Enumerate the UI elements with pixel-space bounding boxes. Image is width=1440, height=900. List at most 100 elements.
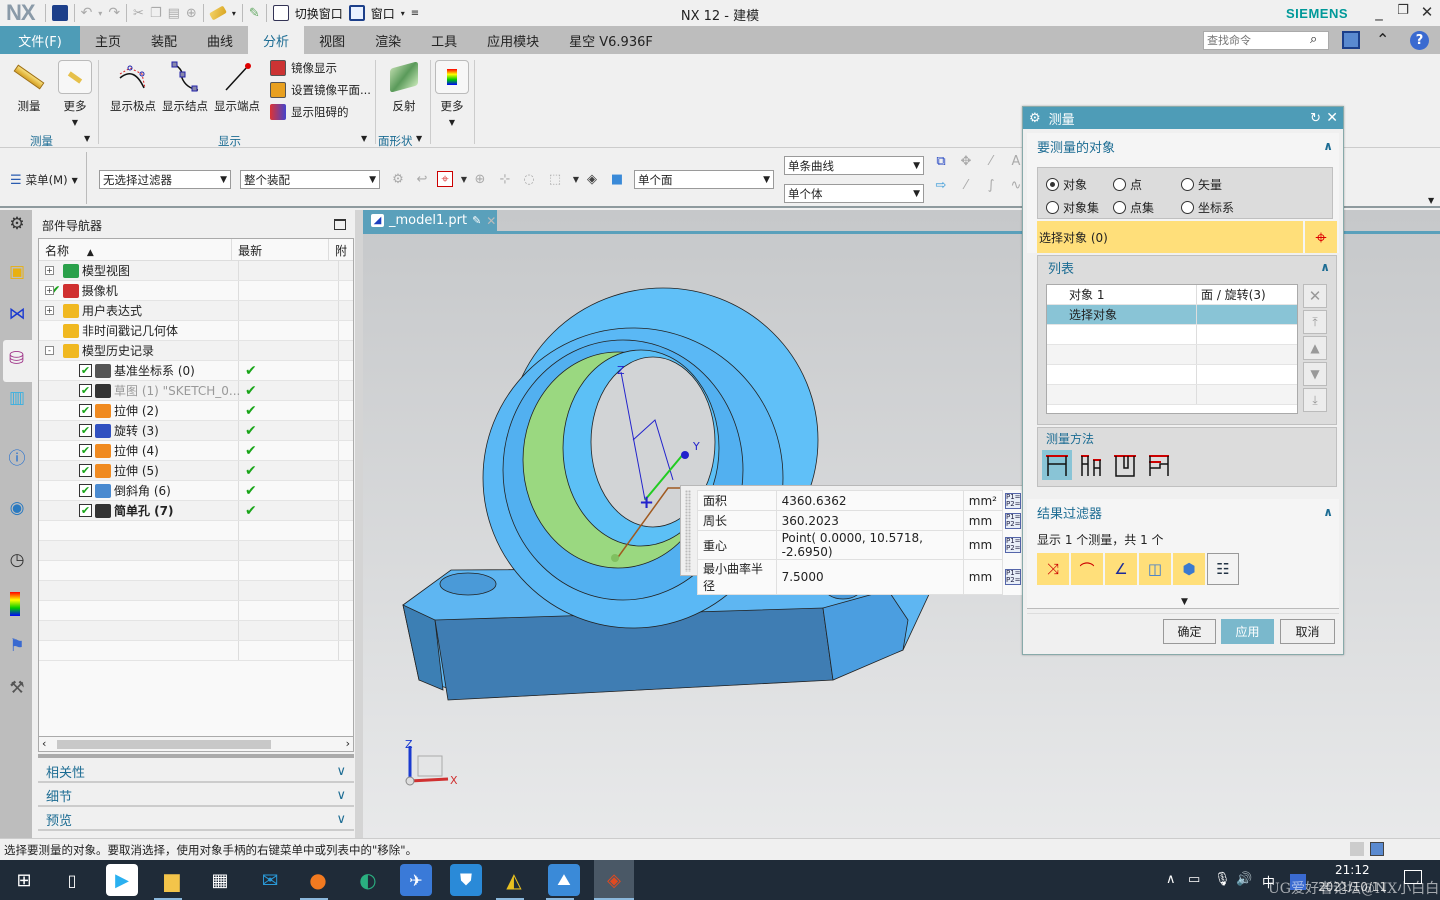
set-mirror-plane-button[interactable]: 设置镜像平面... [270, 82, 371, 98]
tree-row[interactable]: ✔ 拉伸 (5) ✔ [39, 461, 353, 481]
microphone-icon[interactable]: 🎙 [1214, 872, 1231, 887]
splitter[interactable] [355, 210, 363, 838]
method-step-icon[interactable] [1144, 450, 1174, 480]
drag-handle[interactable] [685, 490, 691, 572]
radio-object-set[interactable]: 对象集 [1046, 199, 1099, 216]
tree-row[interactable]: + ✔ 摄像机 [39, 281, 353, 301]
full-screen-toggle-icon[interactable] [1370, 842, 1384, 856]
tree-row[interactable]: ✔ 草图 (1) "SKETCH_0... ✔ [39, 381, 353, 401]
tab-application[interactable]: 应用模块 [472, 26, 554, 54]
close-window-button[interactable]: ✕ [1416, 3, 1438, 21]
cancel-button[interactable]: 取消 [1280, 619, 1335, 644]
filter-icon[interactable]: ↩ [414, 172, 430, 188]
selection-priority-icon[interactable]: ◈ [584, 172, 600, 188]
tree-row[interactable]: ✔ 旋转 (3) ✔ [39, 421, 353, 441]
filter-area-icon[interactable]: ◫ [1139, 553, 1171, 585]
part-navigator-tab[interactable]: ⛁ [3, 340, 33, 382]
column-header-name[interactable]: 名称 ▲ [39, 239, 233, 260]
visibility-checkbox[interactable]: ✔ [79, 364, 92, 377]
tab-analysis[interactable]: 分析 [248, 26, 305, 54]
switch-window-button[interactable]: 切换窗口 [295, 5, 343, 22]
mail-icon[interactable]: ✉ [254, 864, 286, 896]
show-blocked-button[interactable]: 显示阻碍的 [270, 104, 349, 120]
copy-icon[interactable]: ❐ [150, 6, 162, 21]
filter-distance-icon[interactable]: ⤨ [1037, 553, 1069, 585]
save-icon[interactable] [51, 5, 68, 21]
edge-icon[interactable]: ◐ [352, 864, 384, 896]
show-endpoints-button[interactable]: 显示端点 [212, 60, 262, 114]
scroll-right-icon[interactable]: › [346, 737, 350, 750]
move-up-icon[interactable]: ▲ [1303, 336, 1327, 360]
objects-section-header[interactable]: 要测量的对象 ∧ [1027, 133, 1339, 159]
body-rule-select[interactable]: 单个体 ▼ [784, 184, 924, 203]
tree-row[interactable]: - 模型历史记录 [39, 341, 353, 361]
tree-row[interactable]: ✔ 拉伸 (4) ✔ [39, 441, 353, 461]
nx-app-icon[interactable]: ◭ [498, 864, 530, 896]
search-icon[interactable]: ⌕ [1310, 32, 1317, 47]
nx-running-icon[interactable]: ◈ [594, 860, 634, 900]
add-filter-icon[interactable]: ☷ [1207, 553, 1239, 585]
result-value[interactable]: 4360.6362 [775, 490, 964, 511]
tree-row[interactable]: + 模型视图 [39, 261, 353, 281]
selection-scope-select[interactable]: 整个装配 ▼ [240, 170, 380, 189]
point-filter-icon[interactable]: ⌖ [437, 171, 453, 187]
method-parallel-icon[interactable] [1076, 450, 1106, 480]
file-explorer-icon[interactable]: ▆ [156, 864, 188, 896]
show-knots-button[interactable]: 显示结点 [160, 60, 210, 114]
select-object-crosshair-button[interactable]: ⌖ [1305, 221, 1337, 253]
copy-to-clipboard-icon[interactable]: P1= P2= [1005, 492, 1021, 509]
expand-icon[interactable]: + [45, 286, 54, 295]
settings-gear-icon[interactable]: ⚙ [1029, 111, 1041, 126]
type-filter-select[interactable]: 无选择过滤器 ▼ [99, 170, 231, 189]
horizontal-scrollbar[interactable]: ‹ › [38, 736, 354, 752]
endpoint-line-icon[interactable]: ⁄ [958, 178, 974, 194]
reset-icon[interactable]: ↻ [1310, 111, 1321, 126]
full-screen-icon[interactable] [1342, 31, 1360, 49]
column-header-latest[interactable]: 最新 [232, 239, 329, 260]
snap-target-icon[interactable]: ✥ [958, 154, 974, 170]
notifications-icon[interactable] [1404, 870, 1422, 884]
checkered-flag-icon[interactable] [1350, 842, 1364, 856]
filter-volume-icon[interactable]: ⬢ [1173, 553, 1205, 585]
move-to-bottom-icon[interactable]: ⤓ [1303, 388, 1327, 412]
radio-object[interactable]: 对象 [1046, 176, 1087, 193]
result-value[interactable]: 360.2023 [775, 510, 964, 531]
snap-point-icon[interactable]: ⊕ [472, 172, 488, 188]
visibility-checkbox[interactable]: ✔ [79, 444, 92, 457]
column-header-attach[interactable]: 附 [329, 239, 353, 260]
settings-gear-icon[interactable]: ⚙ [5, 212, 29, 236]
result-value[interactable]: 7.5000 [775, 559, 964, 595]
list-row[interactable]: 对象 1 面 / 旋转(3) [1047, 285, 1297, 305]
show-poles-button[interactable]: 显示极点 [108, 60, 158, 114]
tab-curve[interactable]: 曲线 [192, 26, 248, 54]
selection-bar-dropdown-icon[interactable]: ▼ [1428, 196, 1434, 205]
collapse-icon[interactable]: - [45, 346, 54, 355]
method-maximum-icon[interactable] [1110, 450, 1140, 480]
scrollbar-thumb[interactable] [57, 740, 271, 749]
process-studio-icon[interactable]: ⚑ [5, 634, 29, 658]
tree-row[interactable]: ✔ 倒斜角 (6) ✔ [39, 481, 353, 501]
tab-view[interactable]: 视图 [304, 26, 360, 54]
history-clock-icon[interactable]: ◷ [5, 548, 29, 572]
cut-icon[interactable]: ✂ [133, 6, 144, 21]
measure-ruler-icon[interactable] [208, 5, 227, 21]
visibility-checkbox[interactable]: ✔ [79, 504, 92, 517]
list-row[interactable]: 选择对象 [1047, 305, 1297, 325]
firefox-icon[interactable]: ● [302, 864, 334, 896]
copy-to-clipboard-icon[interactable]: P1= P2= [1005, 512, 1021, 529]
body-select-icon[interactable]: ■ [609, 172, 625, 188]
maximize-navigator-icon[interactable] [334, 219, 346, 230]
redo-icon[interactable]: ↷ [108, 5, 120, 21]
tree-row[interactable]: ✔ 基准坐标系 (0) ✔ [39, 361, 353, 381]
copy-to-clipboard-icon[interactable]: P1= P2= [1005, 537, 1021, 553]
store-icon[interactable]: ▦ [204, 864, 236, 896]
window-dropdown-icon[interactable]: ▾ [401, 9, 405, 18]
filter-arc-length-icon[interactable]: ⌒ [1071, 553, 1103, 585]
tree-row[interactable]: ✔ 拉伸 (2) ✔ [39, 401, 353, 421]
volume-icon[interactable]: 🔊 [1236, 872, 1252, 887]
method-minimum-icon[interactable] [1042, 450, 1072, 480]
general-selection-icon[interactable]: ⚙ [390, 172, 406, 188]
dropdown-arrow-icon[interactable]: ▼ [456, 172, 472, 188]
reflection-button[interactable]: 反射 [384, 60, 424, 114]
tab-assembly[interactable]: 装配 [136, 26, 192, 54]
